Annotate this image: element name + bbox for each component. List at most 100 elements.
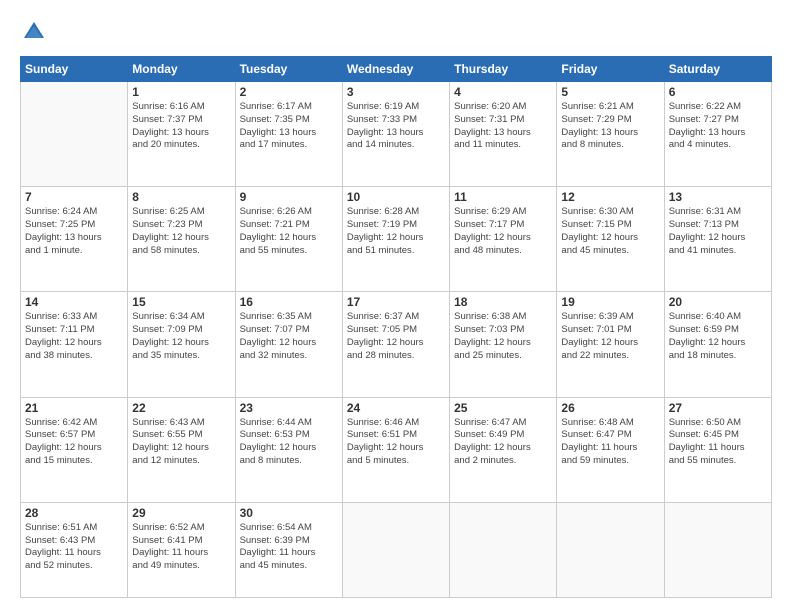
day-info: Sunrise: 6:39 AMSunset: 7:01 PMDaylight:… [561,311,659,362]
calendar-cell: 16 Sunrise: 6:35 AMSunset: 7:07 PMDayligh… [235,292,342,397]
day-info: Sunrise: 6:19 AMSunset: 7:33 PMDaylight:… [347,101,445,152]
calendar-cell: 26 Sunrise: 6:48 AMSunset: 6:47 PMDayligh… [557,397,664,502]
weekday-header-row: SundayMondayTuesdayWednesdayThursdayFrid… [21,57,772,82]
week-row-5: 28 Sunrise: 6:51 AMSunset: 6:43 PMDayligh… [21,502,772,597]
day-info: Sunrise: 6:44 AMSunset: 6:53 PMDaylight:… [240,417,338,468]
day-info: Sunrise: 6:16 AMSunset: 7:37 PMDaylight:… [132,101,230,152]
day-number: 26 [561,401,659,415]
weekday-header-wednesday: Wednesday [342,57,449,82]
day-number: 23 [240,401,338,415]
calendar-cell: 19 Sunrise: 6:39 AMSunset: 7:01 PMDayligh… [557,292,664,397]
day-number: 24 [347,401,445,415]
week-row-3: 14 Sunrise: 6:33 AMSunset: 7:11 PMDayligh… [21,292,772,397]
day-info: Sunrise: 6:51 AMSunset: 6:43 PMDaylight:… [25,522,123,573]
calendar-cell: 29 Sunrise: 6:52 AMSunset: 6:41 PMDayligh… [128,502,235,597]
day-info: Sunrise: 6:47 AMSunset: 6:49 PMDaylight:… [454,417,552,468]
day-number: 9 [240,190,338,204]
day-number: 3 [347,85,445,99]
calendar-cell: 11 Sunrise: 6:29 AMSunset: 7:17 PMDayligh… [450,187,557,292]
calendar-cell: 17Sunrise: 6:37 AMSunset: 7:05 PMDayligh… [342,292,449,397]
calendar-cell: 12 Sunrise: 6:30 AMSunset: 7:15 PMDayligh… [557,187,664,292]
calendar-cell: 9 Sunrise: 6:26 AMSunset: 7:21 PMDaylight… [235,187,342,292]
calendar-cell: 7 Sunrise: 6:24 AMSunset: 7:25 PMDaylight… [21,187,128,292]
day-number: 5 [561,85,659,99]
day-info: Sunrise: 6:33 AMSunset: 7:11 PMDaylight:… [25,311,123,362]
calendar-cell: 5 Sunrise: 6:21 AMSunset: 7:29 PMDaylight… [557,82,664,187]
day-info: Sunrise: 6:21 AMSunset: 7:29 PMDaylight:… [561,101,659,152]
day-info: Sunrise: 6:38 AMSunset: 7:03 PMDaylight:… [454,311,552,362]
page: SundayMondayTuesdayWednesdayThursdayFrid… [0,0,792,612]
weekday-header-sunday: Sunday [21,57,128,82]
day-info: Sunrise: 6:40 AMSunset: 6:59 PMDaylight:… [669,311,767,362]
day-number: 7 [25,190,123,204]
calendar-cell: 10 Sunrise: 6:28 AMSunset: 7:19 PMDayligh… [342,187,449,292]
day-number: 19 [561,295,659,309]
calendar-cell: 15 Sunrise: 6:34 AMSunset: 7:09 PMDayligh… [128,292,235,397]
week-row-1: 1 Sunrise: 6:16 AMSunset: 7:37 PMDaylight… [21,82,772,187]
day-info: Sunrise: 6:37 AMSunset: 7:05 PMDaylight:… [347,311,445,362]
day-number: 12 [561,190,659,204]
day-info: Sunrise: 6:22 AMSunset: 7:27 PMDaylight:… [669,101,767,152]
day-number: 16 [240,295,338,309]
day-number: 27 [669,401,767,415]
day-info: Sunrise: 6:30 AMSunset: 7:15 PMDaylight:… [561,206,659,257]
calendar-cell: 13Sunrise: 6:31 AMSunset: 7:13 PMDayligh… [664,187,771,292]
weekday-header-monday: Monday [128,57,235,82]
day-info: Sunrise: 6:48 AMSunset: 6:47 PMDaylight:… [561,417,659,468]
day-number: 14 [25,295,123,309]
day-number: 4 [454,85,552,99]
calendar-cell [342,502,449,597]
calendar-cell: 4 Sunrise: 6:20 AMSunset: 7:31 PMDaylight… [450,82,557,187]
day-info: Sunrise: 6:25 AMSunset: 7:23 PMDaylight:… [132,206,230,257]
day-number: 10 [347,190,445,204]
week-row-4: 21Sunrise: 6:42 AMSunset: 6:57 PMDayligh… [21,397,772,502]
calendar-cell: 20 Sunrise: 6:40 AMSunset: 6:59 PMDayligh… [664,292,771,397]
calendar-cell: 3 Sunrise: 6:19 AMSunset: 7:33 PMDaylight… [342,82,449,187]
day-number: 20 [669,295,767,309]
calendar-cell: 30 Sunrise: 6:54 AMSunset: 6:39 PMDayligh… [235,502,342,597]
day-number: 1 [132,85,230,99]
weekday-header-friday: Friday [557,57,664,82]
day-number: 6 [669,85,767,99]
calendar-cell: 8 Sunrise: 6:25 AMSunset: 7:23 PMDaylight… [128,187,235,292]
calendar-cell: 22Sunrise: 6:43 AMSunset: 6:55 PMDayligh… [128,397,235,502]
day-info: Sunrise: 6:46 AMSunset: 6:51 PMDaylight:… [347,417,445,468]
day-number: 29 [132,506,230,520]
calendar-cell: 18 Sunrise: 6:38 AMSunset: 7:03 PMDayligh… [450,292,557,397]
calendar-cell [450,502,557,597]
calendar-cell: 2 Sunrise: 6:17 AMSunset: 7:35 PMDaylight… [235,82,342,187]
calendar-cell [21,82,128,187]
day-info: Sunrise: 6:52 AMSunset: 6:41 PMDaylight:… [132,522,230,573]
week-row-2: 7 Sunrise: 6:24 AMSunset: 7:25 PMDaylight… [21,187,772,292]
day-number: 15 [132,295,230,309]
calendar-cell: 27Sunrise: 6:50 AMSunset: 6:45 PMDayligh… [664,397,771,502]
calendar-cell: 25 Sunrise: 6:47 AMSunset: 6:49 PMDayligh… [450,397,557,502]
day-number: 11 [454,190,552,204]
day-info: Sunrise: 6:43 AMSunset: 6:55 PMDaylight:… [132,417,230,468]
weekday-header-saturday: Saturday [664,57,771,82]
day-info: Sunrise: 6:26 AMSunset: 7:21 PMDaylight:… [240,206,338,257]
day-info: Sunrise: 6:34 AMSunset: 7:09 PMDaylight:… [132,311,230,362]
day-number: 30 [240,506,338,520]
day-info: Sunrise: 6:20 AMSunset: 7:31 PMDaylight:… [454,101,552,152]
day-info: Sunrise: 6:54 AMSunset: 6:39 PMDaylight:… [240,522,338,573]
calendar-cell: 6 Sunrise: 6:22 AMSunset: 7:27 PMDaylight… [664,82,771,187]
day-number: 28 [25,506,123,520]
day-number: 8 [132,190,230,204]
calendar-cell: 1 Sunrise: 6:16 AMSunset: 7:37 PMDaylight… [128,82,235,187]
logo [20,18,52,46]
day-number: 2 [240,85,338,99]
logo-icon [20,18,48,46]
day-number: 18 [454,295,552,309]
day-info: Sunrise: 6:17 AMSunset: 7:35 PMDaylight:… [240,101,338,152]
calendar-cell: 24 Sunrise: 6:46 AMSunset: 6:51 PMDayligh… [342,397,449,502]
calendar-cell: 14 Sunrise: 6:33 AMSunset: 7:11 PMDayligh… [21,292,128,397]
day-info: Sunrise: 6:35 AMSunset: 7:07 PMDaylight:… [240,311,338,362]
day-info: Sunrise: 6:28 AMSunset: 7:19 PMDaylight:… [347,206,445,257]
weekday-header-thursday: Thursday [450,57,557,82]
day-number: 25 [454,401,552,415]
calendar-cell [664,502,771,597]
day-info: Sunrise: 6:29 AMSunset: 7:17 PMDaylight:… [454,206,552,257]
day-info: Sunrise: 6:24 AMSunset: 7:25 PMDaylight:… [25,206,123,257]
calendar-cell [557,502,664,597]
